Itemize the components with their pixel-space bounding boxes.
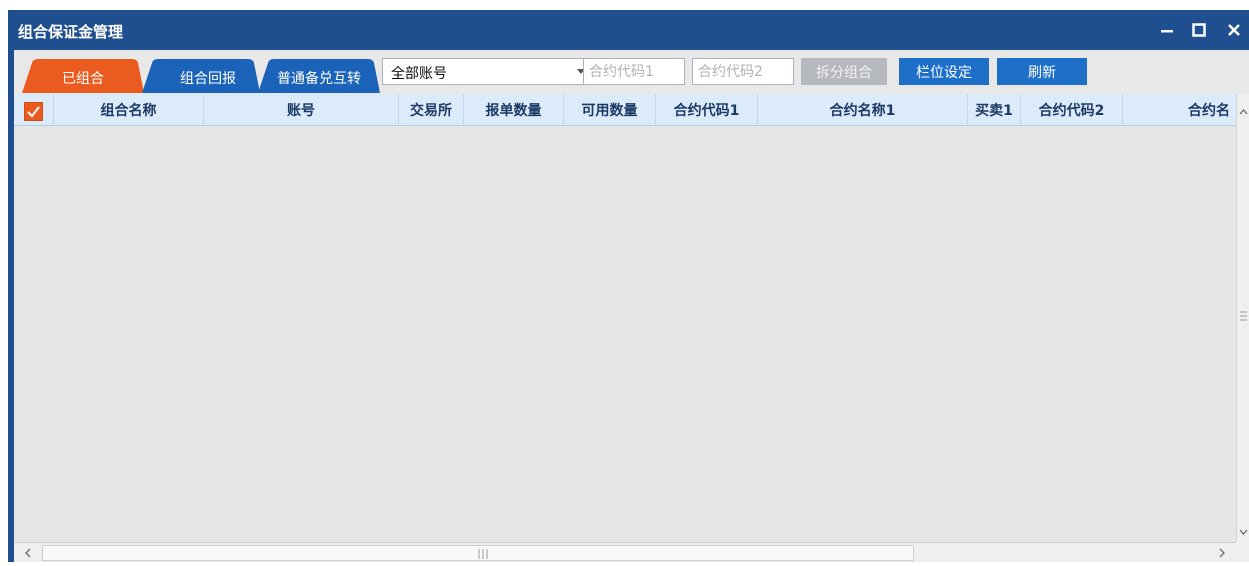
tab-label: 普通备兑互转 — [277, 71, 361, 87]
top-gap — [0, 0, 1249, 10]
tab-combo-report[interactable]: 组合回报 — [142, 59, 260, 93]
select-all-cell — [14, 94, 54, 125]
contract-code-2-input[interactable] — [692, 58, 794, 85]
scrollbar-corner — [1236, 542, 1249, 562]
toolbar: 已组合 组合回报 普通备兑互转 全部账号 拆分组合 栏位设定 刷新 — [14, 50, 1249, 94]
combo-margin-window: 组合保证金管理 已组合 组合回报 普通备兑互转 全部账号 拆分组合 — [0, 0, 1249, 562]
refresh-button[interactable]: 刷新 — [997, 58, 1087, 85]
column-header[interactable]: 合约名称1 — [758, 94, 968, 125]
scroll-left-icon — [25, 548, 31, 558]
column-header[interactable]: 买卖1 — [968, 94, 1021, 125]
check-icon — [27, 106, 40, 118]
column-header[interactable]: 合约代码1 — [656, 94, 758, 125]
account-select[interactable]: 全部账号 — [382, 58, 594, 85]
maximize-icon — [1192, 23, 1206, 37]
minimize-button[interactable] — [1154, 18, 1180, 42]
titlebar: 组合保证金管理 — [8, 10, 1249, 50]
column-header[interactable]: 交易所 — [399, 94, 464, 125]
close-icon — [1228, 24, 1240, 36]
tab-combined[interactable]: 已组合 — [22, 59, 144, 93]
account-select-value: 全部账号 — [391, 66, 447, 82]
column-header[interactable]: 可用数量 — [564, 94, 656, 125]
minimize-icon — [1161, 30, 1173, 33]
tab-covered-transfer[interactable]: 普通备兑互转 — [258, 59, 380, 93]
data-grid: 组合名称 账号 交易所 报单数量 可用数量 合约代码1 合约名称1 买卖1 合约… — [14, 94, 1249, 562]
table-body — [14, 127, 1236, 542]
select-all-checkbox[interactable] — [24, 102, 43, 121]
maximize-button[interactable] — [1186, 18, 1212, 42]
scroll-right-icon — [1219, 548, 1225, 558]
column-header[interactable]: 合约名 — [1123, 94, 1236, 125]
split-combo-button[interactable]: 拆分组合 — [801, 58, 887, 85]
column-header[interactable]: 账号 — [204, 94, 399, 125]
column-settings-button[interactable]: 栏位设定 — [899, 58, 989, 85]
table-header: 组合名称 账号 交易所 报单数量 可用数量 合约代码1 合约名称1 买卖1 合约… — [14, 94, 1236, 126]
column-header[interactable]: 组合名称 — [54, 94, 204, 125]
window-title: 组合保证金管理 — [18, 23, 124, 41]
vertical-scrollbar-glyphs — [1239, 109, 1248, 535]
close-button[interactable] — [1221, 18, 1247, 42]
horizontal-scrollbar[interactable] — [14, 542, 1236, 562]
tab-label: 组合回报 — [180, 71, 236, 87]
column-header[interactable]: 合约代码2 — [1021, 94, 1123, 125]
column-header[interactable]: 报单数量 — [464, 94, 564, 125]
vertical-scrollbar[interactable] — [1236, 94, 1249, 542]
tab-label: 已组合 — [62, 71, 104, 87]
grip-icon — [478, 549, 488, 559]
horizontal-scroll-thumb[interactable] — [42, 545, 914, 561]
contract-code-1-input[interactable] — [583, 58, 685, 85]
